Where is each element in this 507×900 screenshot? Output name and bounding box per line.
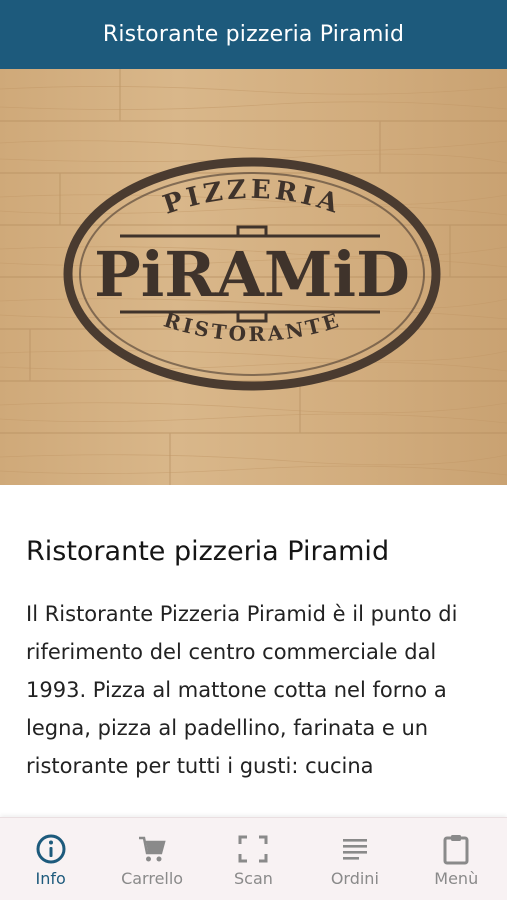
nav-item-ordini[interactable]: Ordini [304, 818, 405, 888]
page-title: Ristorante pizzeria Piramid [26, 536, 390, 567]
list-icon [338, 832, 372, 866]
content-section: Ristorante pizzeria Piramid Il Ristorant… [26, 485, 486, 817]
bottom-navigation: Info Carrello Scan Ordini Menù [0, 817, 507, 900]
scan-icon [236, 832, 270, 866]
nav-label-ordini: Ordini [330, 869, 379, 888]
restaurant-logo: PIZZERIA PiRAMiD RISTORANTE [0, 69, 507, 485]
nav-label-scan: Scan [234, 869, 273, 888]
nav-item-carrello[interactable]: Carrello [102, 818, 203, 888]
description-text: Il Ristorante Pizzeria Piramid è il punt… [26, 602, 458, 778]
nav-label-carrello: Carrello [121, 869, 184, 888]
hero-image: PIZZERIA PiRAMiD RISTORANTE [0, 69, 507, 485]
nav-item-menu[interactable]: Menù [406, 818, 507, 888]
nav-label-menu: Menù [434, 869, 479, 888]
nav-label-info: Info [35, 869, 66, 888]
nav-item-scan[interactable]: Scan [203, 818, 304, 888]
clipboard-icon [439, 832, 473, 866]
logo-main-text: PiRAMiD [94, 238, 410, 311]
nav-item-info[interactable]: Info [0, 818, 101, 888]
app-header: Ristorante pizzeria Piramid [0, 0, 507, 69]
info-icon [34, 832, 68, 866]
app-title: Ristorante pizzeria Piramid [102, 22, 405, 47]
cart-icon [135, 832, 169, 866]
